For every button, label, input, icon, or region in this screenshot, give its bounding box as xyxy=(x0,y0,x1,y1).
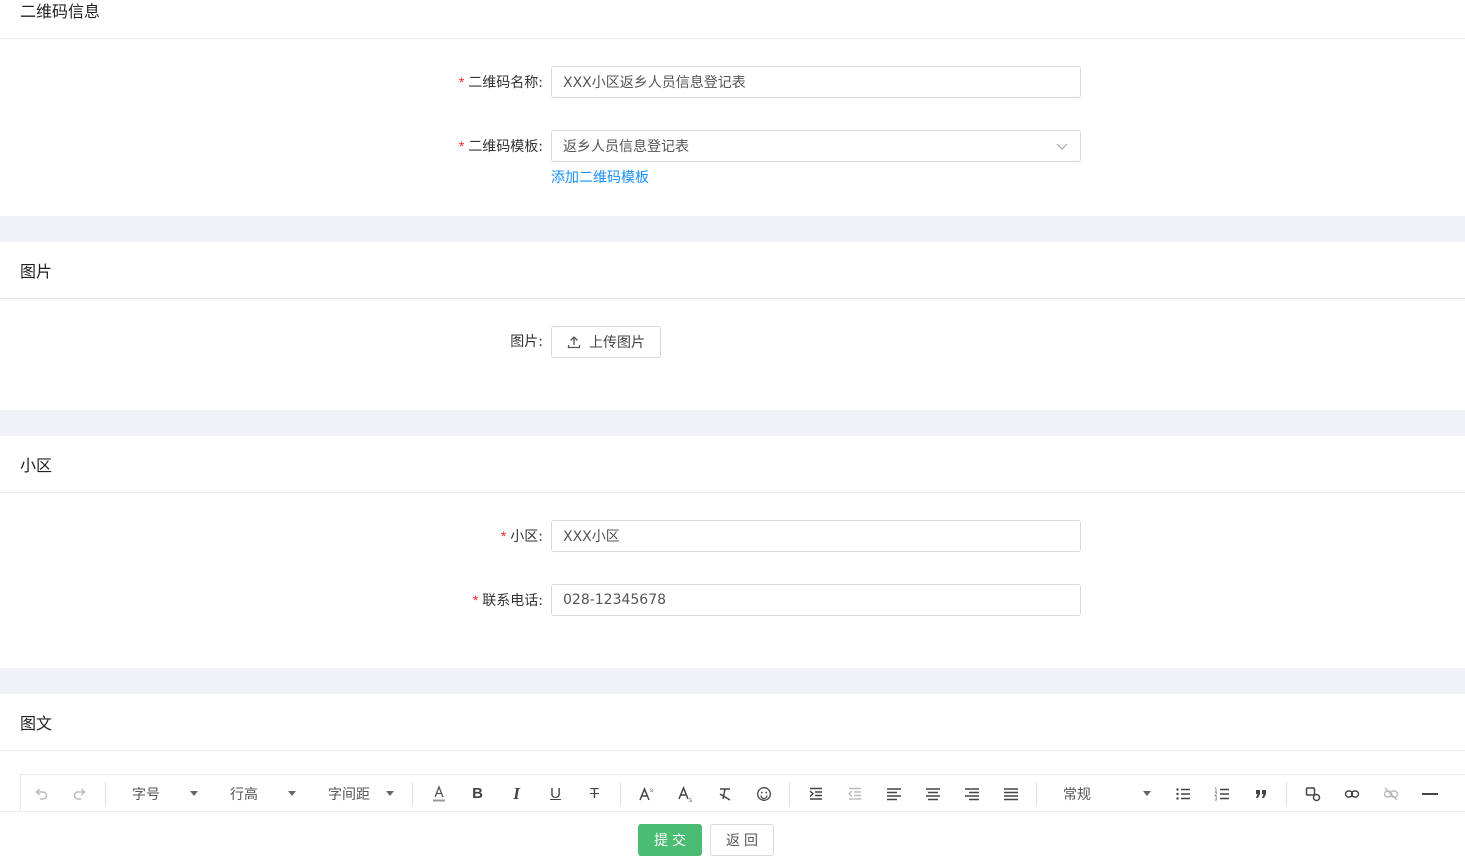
upload-image-button[interactable]: 上传图片 xyxy=(551,326,661,358)
svg-text:3: 3 xyxy=(1214,796,1217,802)
clear-format-icon[interactable] xyxy=(705,775,744,813)
underline-icon[interactable]: U xyxy=(536,775,575,813)
toolbar-divider xyxy=(1036,781,1037,806)
emoji-icon[interactable] xyxy=(744,775,783,813)
image-label: 图片: xyxy=(510,334,543,350)
submit-button[interactable]: 提交 xyxy=(638,824,702,856)
numbered-list-icon[interactable]: 123 xyxy=(1202,775,1241,813)
community-field[interactable] xyxy=(563,528,1069,544)
blockquote-icon[interactable] xyxy=(1241,775,1280,813)
phone-input[interactable] xyxy=(551,584,1081,616)
community-card: 小区 xyxy=(0,436,1465,668)
qrcode-template-value: 返乡人员信息登记表 xyxy=(563,139,689,155)
caret-down-icon xyxy=(288,791,296,796)
letter-spacing-label: 字间距 xyxy=(328,786,370,803)
upload-image-label: 上传图片 xyxy=(589,335,645,351)
paragraph-style-select[interactable]: 常规 xyxy=(1043,775,1163,813)
toolbar-divider xyxy=(1286,781,1287,806)
font-size-label: 字号 xyxy=(132,786,160,803)
toolbar-divider xyxy=(620,781,621,806)
required-marker: * xyxy=(500,527,507,544)
line-height-label: 行高 xyxy=(230,786,258,803)
svg-text:s: s xyxy=(650,788,653,794)
font-color-icon[interactable] xyxy=(419,775,458,813)
qrcode-name-input[interactable] xyxy=(551,66,1081,98)
redo-icon[interactable] xyxy=(60,775,99,813)
align-left-icon[interactable] xyxy=(874,775,913,813)
toolbar-divider xyxy=(789,781,790,806)
editor-toolbar: 字号 行高 字间距 B I U T s s 常规 1 2 3 xyxy=(20,774,1465,812)
required-marker: * xyxy=(458,137,465,154)
phone-field[interactable] xyxy=(563,592,1069,608)
outdent-icon[interactable] xyxy=(835,775,874,813)
chevron-down-icon xyxy=(1056,143,1068,150)
phone-row: * 联系电话: xyxy=(0,584,1465,616)
qrcode-name-field[interactable] xyxy=(563,74,1069,90)
bulleted-list-icon[interactable] xyxy=(1163,775,1202,813)
required-marker: * xyxy=(458,73,465,90)
section-title-qrcode: 二维码信息 xyxy=(0,0,1465,39)
font-size-select[interactable]: 字号 xyxy=(112,775,210,813)
align-right-icon[interactable] xyxy=(952,775,991,813)
qrcode-name-row: * 二维码名称: xyxy=(0,66,1465,98)
back-button[interactable]: 返回 xyxy=(710,824,774,856)
svg-text:s: s xyxy=(689,798,692,803)
add-qrcode-template-link[interactable]: 添加二维码模板 xyxy=(551,167,649,187)
phone-label: * 联系电话: xyxy=(472,591,543,609)
section-title-image: 图片 xyxy=(0,242,1465,299)
qrcode-info-card: 二维码信息 xyxy=(0,0,1465,216)
toolbar-divider xyxy=(105,781,106,806)
community-label: * 小区: xyxy=(500,527,543,545)
align-justify-icon[interactable] xyxy=(991,775,1030,813)
caret-down-icon xyxy=(1143,791,1151,796)
required-marker: * xyxy=(472,591,479,608)
section-title-richtext: 图文 xyxy=(0,694,1465,751)
line-height-select[interactable]: 行高 xyxy=(210,775,308,813)
subscript-icon[interactable]: s xyxy=(666,775,705,813)
horizontal-rule-icon[interactable] xyxy=(1410,775,1449,813)
qrcode-template-select[interactable]: 返乡人员信息登记表 xyxy=(551,130,1081,162)
upload-icon xyxy=(567,336,581,349)
indent-icon[interactable] xyxy=(796,775,835,813)
paragraph-style-label: 常规 xyxy=(1063,786,1091,803)
undo-icon[interactable] xyxy=(21,775,60,813)
caret-down-icon xyxy=(190,791,198,796)
bold-icon[interactable]: B xyxy=(458,775,497,813)
section-title-community: 小区 xyxy=(0,436,1465,493)
unlink-icon[interactable] xyxy=(1371,775,1410,813)
community-row: * 小区: xyxy=(0,520,1465,552)
insert-image-icon[interactable] xyxy=(1293,775,1332,813)
qrcode-name-label: * 二维码名称: xyxy=(458,73,543,91)
qrcode-template-row: * 二维码模板: 返乡人员信息登记表 xyxy=(0,130,1465,162)
superscript-icon[interactable]: s xyxy=(627,775,666,813)
caret-down-icon xyxy=(386,791,394,796)
toolbar-divider xyxy=(412,781,413,806)
image-row: 图片: 上传图片 xyxy=(0,326,1465,358)
qrcode-template-label: * 二维码模板: xyxy=(458,137,543,155)
align-center-icon[interactable] xyxy=(913,775,952,813)
footer-actions: 提交 返回 xyxy=(0,811,1465,861)
italic-icon[interactable]: I xyxy=(497,775,536,813)
community-input[interactable] xyxy=(551,520,1081,552)
letter-spacing-select[interactable]: 字间距 xyxy=(308,775,406,813)
link-icon[interactable] xyxy=(1332,775,1371,813)
strikethrough-icon[interactable]: T xyxy=(575,775,614,813)
